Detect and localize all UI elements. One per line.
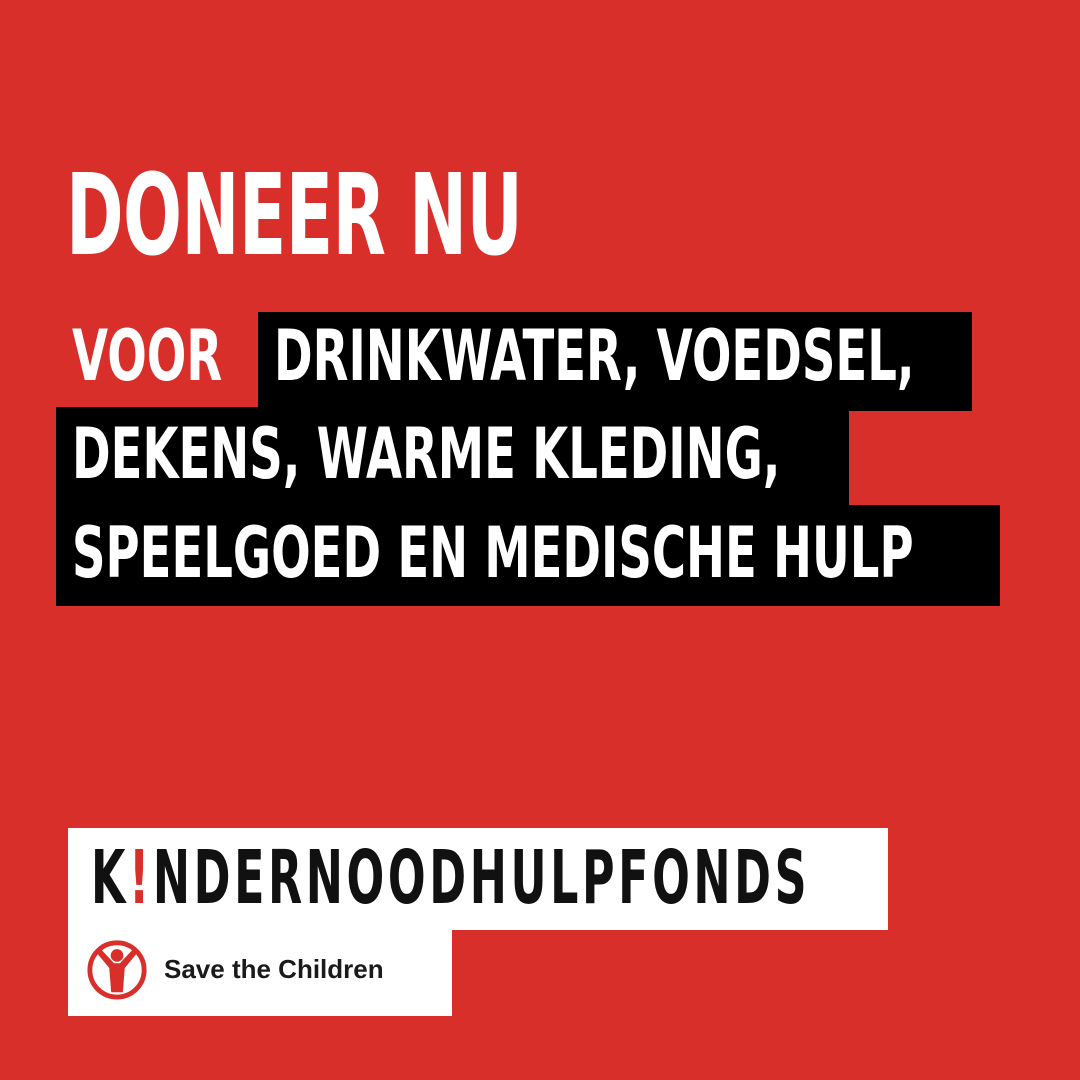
highlight-line-1-text: DRINKWATER, VOEDSEL,	[274, 315, 915, 397]
donation-poster: DONEER NU VOOR DRINKWATER, VOEDSEL, DEKE…	[0, 0, 1080, 1080]
body-prefix: VOOR	[72, 315, 223, 397]
highlight-line-2-text: DEKENS, WARME KLEDING,	[72, 413, 781, 495]
highlight-line-3-text: SPEELGOED EN MEDISCHE HULP	[72, 512, 914, 594]
wordmark-exclamation: !	[129, 835, 153, 921]
save-the-children-label: Save the Children	[164, 953, 384, 984]
save-the-children-logo: Save the Children	[86, 937, 384, 1001]
kindernoodhulpfonds-wordmark: K!NDERNOODHULPFONDS	[91, 838, 810, 918]
wordmark-k: K	[91, 835, 130, 921]
headline: DONEER NU	[66, 151, 523, 281]
wordmark-rest: NDERNOODHULPFONDS	[152, 835, 811, 921]
save-the-children-logo-icon	[87, 940, 147, 1000]
